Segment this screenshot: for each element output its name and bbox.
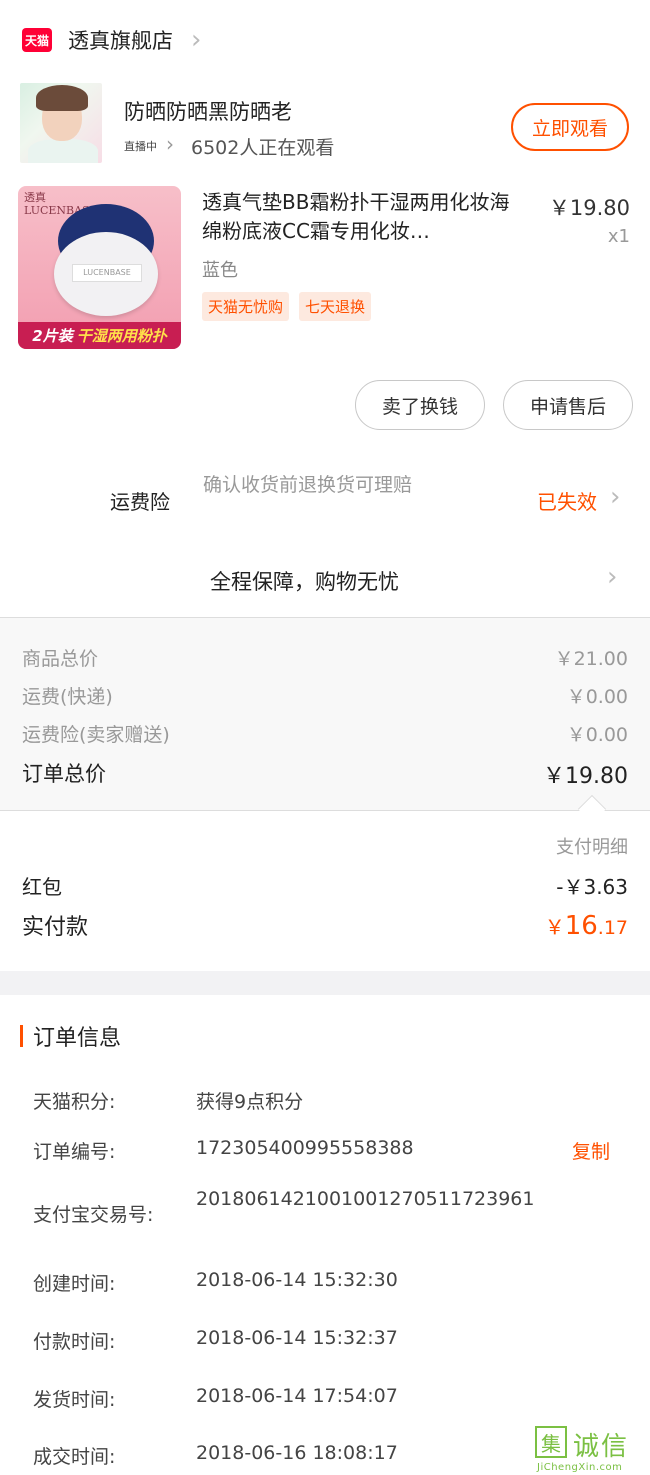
red-packet-label: 红包 — [22, 875, 62, 899]
watermark-box: 集 — [535, 1426, 567, 1458]
price-row-label: 运费险(卖家赠送) — [22, 724, 170, 746]
freight-insurance-description: 确认收货前退换货可理赔 — [203, 474, 413, 496]
freight-insurance-label: 运费险 — [110, 490, 170, 514]
thumbnail-body-shape — [28, 139, 98, 163]
chevron-right-icon: › — [607, 562, 618, 592]
watch-now-button[interactable]: 立即观看 — [511, 103, 629, 151]
tmall-logo-icon: 天猫 — [22, 28, 52, 52]
order-info-label: 订单编号: — [33, 1141, 116, 1163]
puff-strap: LUCENBASE — [72, 264, 142, 282]
thumbnail-hair-shape — [36, 85, 88, 111]
price-row-label: 运费(快递) — [22, 686, 113, 708]
store-header[interactable]: 天猫 透真旗舰店 › — [0, 0, 650, 80]
live-viewer-count: 6502人正在观看 — [191, 137, 335, 159]
freight-insurance-status: 已失效 — [537, 490, 597, 514]
product-actions: 卖了换钱 申请售后 — [0, 380, 650, 432]
product-tags: 天猫无忧购 七天退换 — [202, 292, 372, 321]
freight-insurance-row[interactable]: 运费险 确认收货前退换货可理赔 已失效 › — [0, 468, 650, 532]
product-quantity: x1 — [607, 226, 630, 247]
chevron-right-icon: › — [191, 25, 202, 55]
banner-highlight: 干湿两用粉扑 — [76, 327, 167, 345]
price-row-value: ￥21.00 — [554, 648, 628, 670]
order-info-section: 订单信息 天猫积分: 获得9点积分 订单编号: 1723054009955583… — [0, 995, 650, 1475]
watermark-text: 诚信 — [573, 1432, 630, 1462]
amount-paid-currency: ￥ — [544, 915, 565, 939]
price-row-label: 商品总价 — [22, 648, 99, 670]
watermark-logo: 集 诚信 JiChengXin.com — [533, 1424, 650, 1475]
live-title: 防晒防晒黑防晒老 — [124, 100, 292, 124]
banner-prefix: 2片装 — [32, 327, 73, 345]
product-item[interactable]: 透真 LUCENBASE LUCENBASE 2片装 干湿两用粉扑 透真气垫BB… — [0, 180, 650, 360]
price-row-shipping: 运费(快递) ￥0.00 — [22, 682, 628, 709]
price-summary: 商品总价 ￥21.00 运费(快递) ￥0.00 运费险(卖家赠送) ￥0.00… — [0, 618, 650, 810]
payment-detail-link[interactable]: 支付明细 — [556, 833, 628, 859]
order-info-label: 天猫积分: — [33, 1091, 116, 1113]
order-info-label: 发货时间: — [33, 1389, 116, 1411]
order-number-value[interactable]: 172305400995558388 — [196, 1137, 414, 1159]
order-info-label: 付款时间: — [33, 1331, 116, 1353]
product-image-banner: 2片装 干湿两用粉扑 — [18, 322, 181, 349]
order-total-row: 订单总价 ￥19.80 — [22, 758, 628, 790]
live-status-badge: 直播中 — [124, 140, 157, 153]
order-info-value: 2018-06-14 15:32:30 — [196, 1269, 398, 1291]
amount-paid-value: ￥16.17 — [545, 911, 628, 941]
red-packet-row: 红包 -￥3.63 — [22, 871, 628, 900]
live-thumbnail[interactable] — [20, 83, 102, 163]
price-row-goods: 商品总价 ￥21.00 — [22, 644, 628, 671]
price-row-value: ￥0.00 — [566, 724, 628, 746]
order-total-label: 订单总价 — [22, 762, 106, 786]
live-stream-card[interactable]: 防晒防晒黑防晒老 直播中 › 6502人正在观看 立即观看 — [0, 80, 650, 168]
copy-button[interactable]: 复制 — [572, 1137, 610, 1164]
amount-paid-label: 实付款 — [22, 915, 89, 940]
order-info-label: 创建时间: — [33, 1273, 116, 1295]
order-info-value: 2018061421001001270511723961 — [196, 1188, 535, 1210]
after-sale-button[interactable]: 申请售后 — [503, 380, 633, 430]
price-row-freight-insurance: 运费险(卖家赠送) ￥0.00 — [22, 720, 628, 747]
payment-section: 支付明细 红包 -￥3.63 实付款 ￥16.17 — [0, 811, 650, 971]
product-variant: 蓝色 — [202, 260, 238, 281]
order-info-label: 支付宝交易号: — [33, 1204, 154, 1226]
tag-tmall-worry-free: 天猫无忧购 — [202, 292, 290, 321]
guarantee-text: 全程保障，购物无忧 — [210, 570, 399, 594]
order-info-title: 订单信息 — [33, 1026, 122, 1051]
section-accent-bar — [20, 1025, 23, 1047]
sell-button[interactable]: 卖了换钱 — [355, 380, 485, 430]
product-price: ￥19.80 — [548, 196, 630, 220]
order-info-value: 2018-06-14 17:54:07 — [196, 1385, 398, 1407]
guarantee-row[interactable]: 全程保障，购物无忧 › — [0, 556, 650, 606]
amount-paid-decimal: .17 — [597, 917, 628, 939]
section-separator — [0, 971, 650, 995]
amount-paid-row: 实付款 ￥16.17 — [22, 909, 628, 941]
order-info-value: 获得9点积分 — [196, 1091, 304, 1113]
chevron-right-icon: › — [610, 482, 621, 512]
product-title[interactable]: 透真气垫BB霜粉扑干湿两用化妆海绵粉底液CC霜专用化妆… — [202, 188, 527, 246]
product-image[interactable]: 透真 LUCENBASE LUCENBASE 2片装 干湿两用粉扑 — [18, 186, 181, 349]
order-info-label: 成交时间: — [33, 1446, 116, 1468]
watermark-url: JiChengXin.com — [537, 1462, 623, 1473]
order-info-value: 2018-06-16 18:08:17 — [196, 1442, 398, 1464]
tag-seven-day-return: 七天退换 — [299, 292, 372, 321]
order-info-value: 2018-06-14 15:32:37 — [196, 1327, 398, 1349]
price-row-value: ￥0.00 — [566, 686, 628, 708]
store-name[interactable]: 透真旗舰店 — [68, 25, 173, 55]
chevron-right-icon: › — [166, 132, 174, 156]
amount-paid-integer: 16 — [564, 911, 598, 941]
order-total-value: ￥19.80 — [543, 764, 628, 789]
red-packet-value: -￥3.63 — [556, 875, 628, 899]
